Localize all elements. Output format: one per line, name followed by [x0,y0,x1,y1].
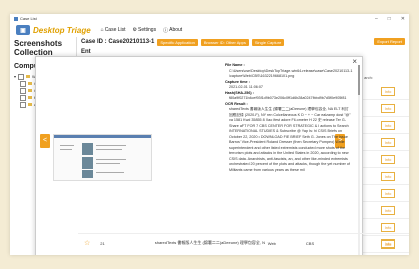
ocr-value: sharedTexts 書報版人生生 (錦署二二(aDeeune) 理學包容全,… [229,107,351,172]
menu-case-list[interactable]: ⌂ Case List [101,27,126,34]
row-type: Web [267,240,276,246]
info-button[interactable]: Info [381,87,395,96]
folder-icon [28,82,32,85]
browser-button[interactable]: Browser ID: Other Apps [200,38,249,46]
checkbox[interactable] [20,87,26,94]
row-ocr: sharedTexts 書報版人生生 (錦署二二(aDeeune) 理學包容全,… [154,240,265,245]
case-id: Case ID : Case20210113-1 [81,39,155,45]
minimize-button[interactable]: – [375,16,378,22]
menu-about[interactable]: ⓘ About [163,27,182,34]
info-button[interactable]: Info [381,155,395,164]
info-button[interactable]: Info [381,223,395,232]
folder-icon [28,96,32,99]
app-small-icon [14,16,18,21]
star-icon[interactable]: ☆ [84,239,90,247]
text-line [60,145,74,146]
text-line [96,172,124,173]
checkbox[interactable] [18,73,25,80]
preview-header [54,135,151,138]
folder-icon [28,103,32,106]
detail-modal: × < > File Name : C:\Users\cse\Desktop\D… [35,56,363,255]
entity-heading: Ent [81,49,91,55]
row-site: CBS [305,240,315,246]
scroll-thumb[interactable] [358,65,360,95]
text-line [96,149,122,150]
portrait-image [82,143,93,155]
table-row[interactable]: ☆ 21 sharedTexts 書報版人生生 (錦署二二(aDeeune) 理… [78,233,409,252]
info-button[interactable]: Info [381,189,395,198]
row-number: 21 [100,240,105,246]
single-capture-button[interactable]: Single Capture [251,38,285,46]
ocr-label: OCR Result : [225,101,248,106]
checkbox[interactable] [20,80,26,87]
close-window-button[interactable]: ✕ [401,16,405,22]
file-name-value: C:\Users\cse\Desktop\DeskTopTriage-win64… [229,68,353,79]
portrait-image [82,157,93,169]
app-window: Case List – □ ✕ ▣ Desktop Triage ⌂ Case L… [10,14,409,255]
maximize-button[interactable]: □ [388,16,391,22]
checkbox[interactable] [20,101,26,108]
case-bar: Case ID : Case20210113-1 Specific Applic… [78,37,409,47]
details-panel: File Name : C:\Users\cse\Desktop\DeskTop… [225,63,353,255]
search-label: arch: [364,75,373,80]
info-button[interactable]: Info [381,206,395,215]
capture-time-label: Capture time : [225,79,250,84]
gear-icon: ⚙ [132,27,138,33]
app-name: Desktop Triage [33,25,91,35]
text-line [60,149,72,150]
info-button[interactable]: Info [381,138,395,147]
title-bar: Case List – □ ✕ [10,14,409,23]
app-logo: ▣ Desktop Triage [16,25,91,35]
hash-label: Hash(SHA-256) : [225,90,254,95]
sidebar-title: Screenshots Collection [14,39,63,57]
prev-button[interactable]: < [40,134,50,148]
info-button[interactable]: Info [381,239,395,248]
screenshot-preview[interactable] [53,134,152,181]
file-name-label: File Name : [225,63,245,67]
text-line [96,145,126,146]
info-button[interactable]: Info [381,104,395,113]
portrait-image [82,170,93,178]
folder-icon [28,89,32,92]
close-icon[interactable]: × [352,57,357,66]
text-line [96,159,126,160]
export-report-button[interactable]: Export Report [374,38,405,45]
scrollbar[interactable] [358,65,360,255]
menu-settings[interactable]: ⚙ Settings [133,27,157,34]
info-button[interactable]: Info [381,121,395,130]
info-button[interactable]: Info [381,172,395,181]
checkbox[interactable] [20,94,26,101]
expand-icon[interactable]: ▾ [14,73,16,80]
window-title: Case List [20,16,37,21]
home-icon: ⌂ [100,27,104,33]
text-line [96,163,120,164]
logo-icon: ▣ [16,25,30,35]
info-icon: ⓘ [163,27,169,34]
specific-app-button[interactable]: Specific Application [157,38,198,46]
menu-bar: ▣ Desktop Triage ⌂ Case List ⚙ Settings ⓘ A… [10,23,409,37]
folder-icon [26,75,31,78]
